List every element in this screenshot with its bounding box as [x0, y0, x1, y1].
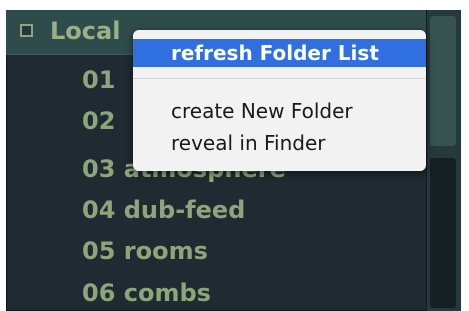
- folder-label: 02: [82, 107, 116, 135]
- folder-list-item[interactable]: 05 rooms: [82, 233, 208, 269]
- menu-item-refresh-folder-list[interactable]: refresh Folder List: [133, 39, 426, 67]
- vertical-scrollbar[interactable]: [426, 10, 461, 311]
- menu-separator: [133, 78, 426, 79]
- local-checkbox[interactable]: [20, 24, 33, 37]
- menu-item-label: refresh Folder List: [171, 41, 379, 65]
- context-menu: refresh Folder List create New Folder re…: [133, 30, 426, 171]
- menu-item-label: create New Folder: [171, 99, 353, 123]
- folder-label: 06 combs: [82, 279, 211, 307]
- folder-list-item[interactable]: 06 combs: [82, 275, 211, 311]
- folder-list-item[interactable]: 01: [82, 62, 115, 98]
- folder-list-item[interactable]: 04 dub-feed: [82, 192, 245, 228]
- folder-label: 05 rooms: [82, 237, 208, 265]
- folder-label: 01: [82, 66, 116, 94]
- local-folder-label: Local: [50, 17, 121, 45]
- menu-item-create-new-folder[interactable]: create New Folder: [133, 97, 426, 125]
- menu-item-label: reveal in Finder: [171, 131, 326, 155]
- scrollbar-upper-region: [430, 16, 456, 146]
- folder-label: 04 dub-feed: [82, 196, 246, 224]
- folder-list-item[interactable]: 02: [82, 103, 115, 139]
- scrollbar-thumb[interactable]: [430, 158, 456, 308]
- menu-item-reveal-in-finder[interactable]: reveal in Finder: [133, 129, 426, 157]
